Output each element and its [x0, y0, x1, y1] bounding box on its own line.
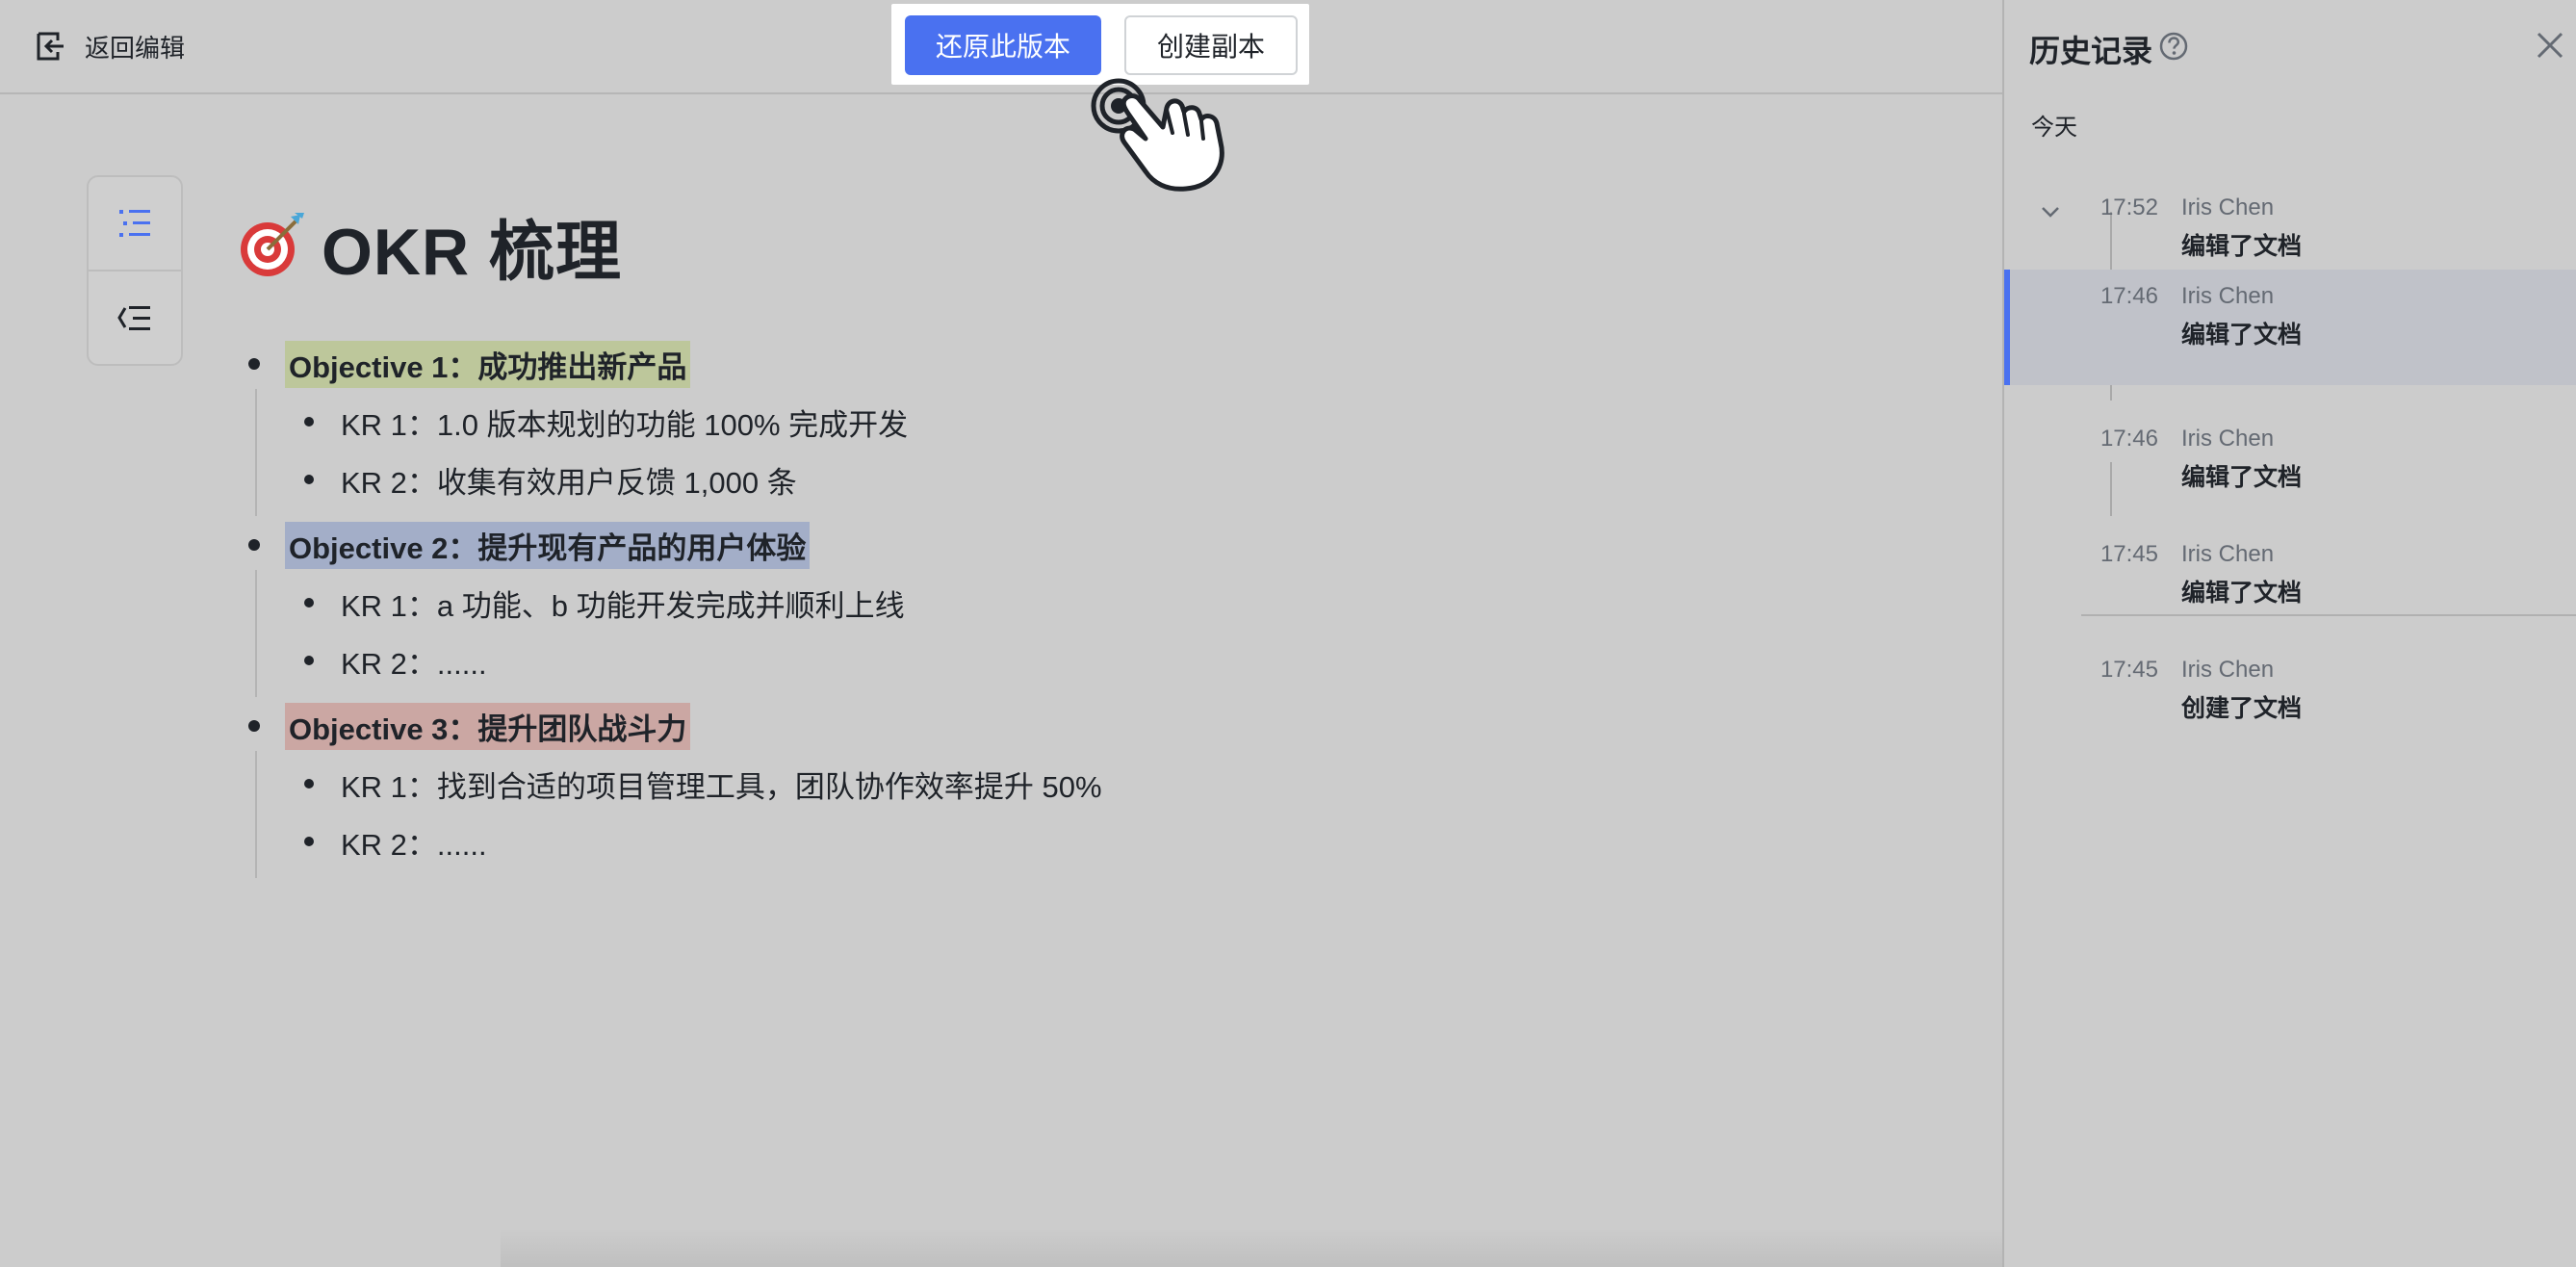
outline-button[interactable]: [89, 177, 181, 270]
restore-version-button[interactable]: 还原此版本: [905, 15, 1101, 75]
entry-action: 编辑了文档: [2181, 580, 2303, 607]
document-side-toolbar: [87, 175, 183, 366]
key-result-item: KR 2：......: [304, 818, 487, 865]
entry-user: Iris Chen: [2181, 541, 2275, 567]
document-title-text: OKR 梳理: [322, 215, 623, 289]
bullet: [248, 720, 260, 732]
entry-time: 17:46: [2099, 283, 2158, 309]
bullet: [304, 475, 314, 484]
nesting-guide-line: [255, 389, 257, 516]
key-result-text: KR 1：找到合适的项目管理工具，团队协作效率提升 50%: [341, 769, 1102, 804]
objective-text: Objective 2：提升现有产品的用户体验: [285, 521, 811, 569]
back-to-edit-label: 返回编辑: [85, 33, 186, 63]
bullet: [304, 837, 314, 846]
key-result-text: KR 1：1.0 版本规划的功能 100% 完成开发: [341, 407, 909, 442]
objective-text: Objective 1：成功推出新产品: [285, 340, 691, 388]
entry-action: 编辑了文档: [2181, 322, 2303, 349]
collapse-list-icon: [117, 306, 150, 330]
entry-action: 创建了文档: [2181, 695, 2303, 722]
entry-time: 17:45: [2099, 541, 2158, 567]
entry-time: 17:52: [2099, 194, 2158, 220]
entry-action: 编辑了文档: [2181, 464, 2303, 491]
key-result-item: KR 1：a 功能、b 功能开发完成并顺利上线: [304, 580, 905, 626]
entry-time: 17:45: [2099, 657, 2158, 683]
key-result-item: KR 1：1.0 版本规划的功能 100% 完成开发: [304, 399, 908, 445]
history-entry[interactable]: 17:45 Iris Chen 编辑了文档: [2004, 528, 2576, 643]
nesting-guide-line: [255, 570, 257, 697]
objective-item: Objective 1：成功推出新产品: [248, 340, 691, 388]
key-result-text: KR 2：......: [341, 646, 487, 681]
key-result-item: KR 2：......: [304, 637, 487, 684]
history-panel: 历史记录 今天 17:52 Iris Chen 编辑了文档 17:46 Iris…: [2002, 0, 2576, 1267]
key-result-item: KR 2：收集有效用户反馈 1,000 条: [304, 456, 797, 503]
top-bar: 返回编辑 还原此版本 创建副本: [0, 0, 2002, 94]
bullet: [304, 598, 314, 608]
entry-action: 编辑了文档: [2181, 233, 2303, 260]
help-icon[interactable]: [2158, 31, 2189, 62]
version-action-group: 还原此版本 创建副本: [891, 4, 1309, 85]
horizontal-scrollbar[interactable]: [501, 1228, 2118, 1267]
chevron-down-icon[interactable]: [2039, 200, 2062, 223]
history-entry-selected[interactable]: 17:46 Iris Chen 编辑了文档: [2004, 270, 2576, 385]
bullet: [248, 358, 260, 370]
key-result-text: KR 2：收集有效用户反馈 1,000 条: [341, 465, 797, 500]
key-result-item: KR 1：找到合适的项目管理工具，团队协作效率提升 50%: [304, 761, 1102, 807]
key-result-text: KR 1：a 功能、b 功能开发完成并顺利上线: [341, 588, 905, 623]
close-icon[interactable]: [2534, 29, 2566, 62]
entry-time: 17:46: [2099, 426, 2158, 452]
bullet: [248, 539, 260, 551]
date-group-label: 今天: [2031, 115, 2077, 141]
collapse-outline-button[interactable]: [89, 272, 181, 364]
objective-item: Objective 2：提升现有产品的用户体验: [248, 521, 811, 569]
entry-user: Iris Chen: [2181, 426, 2275, 452]
document-title: OKR 梳理: [237, 202, 622, 289]
back-to-edit-button[interactable]: 返回编辑: [35, 25, 185, 67]
history-panel-title: 历史记录: [2029, 34, 2153, 68]
objective-text: Objective 3：提升团队战斗力: [285, 702, 691, 750]
history-separator: [2081, 614, 2576, 616]
objective-item: Objective 3：提升团队战斗力: [248, 702, 691, 750]
bullet: [304, 779, 314, 789]
history-entry[interactable]: 17:46 Iris Chen 编辑了文档: [2004, 412, 2576, 528]
list-outline-icon: [119, 210, 150, 237]
entry-user: Iris Chen: [2181, 283, 2275, 309]
nesting-guide-line: [255, 751, 257, 878]
create-copy-button[interactable]: 创建副本: [1124, 15, 1298, 75]
entry-user: Iris Chen: [2181, 194, 2275, 220]
entry-user: Iris Chen: [2181, 657, 2275, 683]
bullet: [304, 417, 314, 427]
exit-edit-icon: [37, 32, 64, 61]
bullet: [304, 656, 314, 665]
target-icon: [241, 213, 304, 276]
history-entry[interactable]: 17:45 Iris Chen 创建了文档: [2004, 643, 2576, 759]
key-result-text: KR 2：......: [341, 827, 487, 862]
